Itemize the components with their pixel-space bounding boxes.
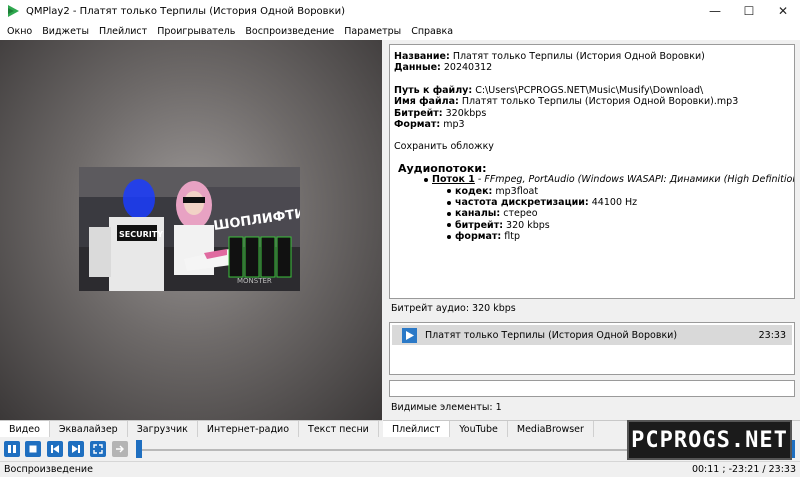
bullet-icon [447,200,451,205]
status-time: 00:11 ; -23:21 / 23:33 [691,464,796,475]
cover-security-text: SECURITY [119,230,163,239]
tab-internet-radio[interactable]: Интернет-радио [197,421,300,438]
title-bar: QMPlay2 - Платят только Терпилы (История… [0,0,800,22]
cover-brand-text: MONSTER [237,277,272,285]
samplerate-label: частота дискретизации: [455,197,589,209]
pause-icon [8,445,16,453]
menu-options[interactable]: Параметры [339,26,406,37]
info-bitrate-value: 320kbps [445,107,487,119]
video-area[interactable]: SECURITY MONSTER ШОПЛИФТИНГ [0,40,382,420]
info-filename-value: Платят только Терпилы (История Одной Вор… [461,96,739,108]
left-tabs: Видео Эквалайзер Загрузчик Интернет-ради… [0,420,382,438]
bullet-icon [447,234,451,239]
stream-name-link[interactable]: Поток 1 [432,174,475,185]
info-title-label: Название: [394,51,450,62]
menu-bar: Окно Виджеты Плейлист Проигрыватель Восп… [0,22,800,40]
window-title: QMPlay2 - Платят только Терпилы (История… [26,5,346,17]
playlist-item-title: Платят только Терпилы (История Одной Вор… [425,329,678,341]
menu-playlist[interactable]: Плейлист [94,26,152,37]
watermark-logo: PCPROGS.NET [627,420,792,460]
info-format-label: Формат: [394,119,441,131]
previous-button[interactable] [47,441,63,457]
audio-streams-title: Аудиопотоки: [398,161,487,175]
repeat-button[interactable] [112,441,128,457]
info-panel: Название: Платят только Терпилы (История… [389,44,795,299]
menu-widgets[interactable]: Виджеты [37,26,94,37]
playlist-item-duration: 23:33 [758,329,786,341]
qmplay2-logo-icon [8,5,19,17]
info-path-label: Путь к файлу: [394,84,473,96]
fullscreen-icon [93,444,103,454]
info-date-value: 20240312 [443,62,493,74]
playlist[interactable]: Платят только Терпилы (История Одной Вор… [389,322,795,375]
tab-downloader[interactable]: Загрузчик [127,421,198,438]
bullet-icon [447,189,451,194]
stream-entry: Поток 1 - FFmpeg, PortAudio (Windows WAS… [424,174,794,185]
bullet-icon [447,211,451,216]
stream-bitrate-label: битрейт: [455,219,504,231]
stop-icon [29,445,37,453]
playlist-item[interactable]: Платят только Терпилы (История Одной Вор… [392,325,792,345]
bullet-icon [447,223,451,228]
tab-playlist[interactable]: Плейлист [383,421,451,438]
next-icon [72,445,80,453]
info-format-value: mp3 [443,119,465,131]
panel-splitter[interactable] [382,40,389,437]
audio-bitrate-label: Битрейт аудио: 320 kbps [391,303,516,314]
info-title-value: Платят только Терпилы (История Одной Вор… [452,51,705,62]
stream-bitrate-value: 320 kbps [506,219,550,231]
previous-icon [51,445,59,453]
info-filename-label: Имя файла: [394,96,459,108]
menu-playback[interactable]: Воспроизведение [240,26,339,37]
close-button[interactable]: ✕ [766,0,800,22]
menu-help[interactable]: Справка [406,26,458,37]
visible-items-label: Видимые элементы: 1 [391,402,502,413]
status-playback: Воспроизведение [4,464,93,475]
channels-value: стерео [503,208,538,220]
info-bitrate-label: Битрейт: [394,107,443,119]
codec-label: кодек: [455,185,493,197]
tab-youtube[interactable]: YouTube [450,421,508,438]
samplerate-value: 44100 Hz [591,197,638,209]
bullet-icon [424,177,428,182]
minimize-button[interactable]: — [698,0,732,22]
maximize-button[interactable]: ☐ [732,0,766,22]
status-bar: Воспроизведение 00:11 ; -23:21 / 23:33 [0,461,800,477]
codec-value: mp3float [495,185,539,197]
stream-description: - FFmpeg, PortAudio (Windows WASAPI: Дин… [477,174,795,186]
stop-button[interactable] [25,441,41,457]
fullscreen-button[interactable] [90,441,106,457]
pause-button[interactable] [4,441,20,457]
album-cover: SECURITY MONSTER ШОПЛИФТИНГ [79,167,300,291]
seek-handle[interactable] [136,440,142,458]
tab-mediabrowser[interactable]: MediaBrowser [507,421,594,438]
arrow-right-icon [116,445,124,453]
stream-format-label: формат: [455,231,502,243]
cover-illustration: SECURITY MONSTER ШОПЛИФТИНГ [79,167,300,291]
tab-video[interactable]: Видео [0,421,50,438]
menu-player[interactable]: Проигрыватель [152,26,240,37]
tab-lyrics[interactable]: Текст песни [299,421,379,438]
info-date-label: Данные: [394,62,441,74]
seek-bar[interactable] [137,449,627,451]
menu-window[interactable]: Окно [2,26,37,37]
play-icon [402,327,417,343]
channels-label: каналы: [455,208,501,220]
next-button[interactable] [68,441,84,457]
tab-equalizer[interactable]: Эквалайзер [49,421,128,438]
playlist-search-input[interactable] [389,380,795,397]
stream-format-value: fltp [504,231,521,243]
save-cover-link[interactable]: Сохранить обложку [394,141,790,152]
info-path-link[interactable]: C:\Users\PCPROGS.NET\Music\Musify\Downlo… [475,85,703,96]
